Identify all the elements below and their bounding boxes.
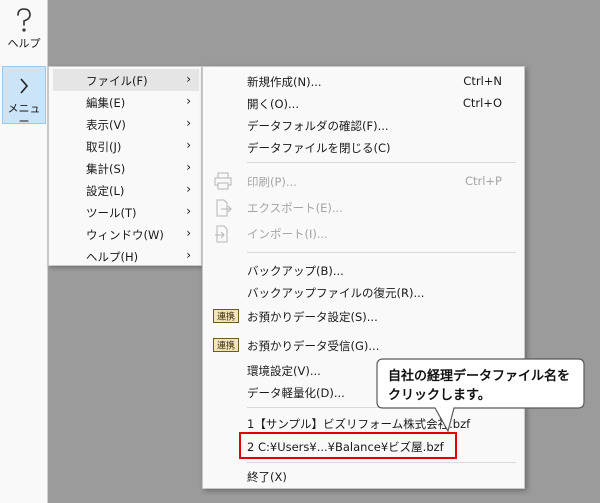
printer-icon [214,172,232,190]
menu-item-label: お預かりデータ設定(S)... [247,310,378,324]
callout-text: 自社の経理データファイル名を クリックします。 [388,367,578,405]
menu-item-backup[interactable]: バックアップ(B)... [207,259,520,281]
menu-item-label: 印刷(P)... [247,175,297,189]
menu-item-label: ヘルプ(H) [86,250,139,264]
menu-item-label: 集計(S) [86,162,126,176]
menu-item-label: 1【サンプル】ビズリフォーム株式会社.bzf [247,417,471,431]
menu-item-label: エクスポート(E)... [247,201,343,215]
chevron-right-icon: › [186,72,191,86]
menu-button[interactable]: メニュー [2,66,46,128]
menu-item-label: 取引(J) [86,140,122,154]
main-menu: ファイル(F) › 編集(E) › 表示(V) › 取引(J) › 集計(S) … [48,66,202,266]
link-badge-icon: 連携 [213,338,239,352]
question-icon [17,8,31,32]
menu-item-close-file[interactable]: データファイルを閉じる(C) [207,136,520,158]
menu-item-label: 表示(V) [86,118,126,132]
highlight-box [239,432,457,459]
menu-item-new[interactable]: 新規作成(N)... Ctrl+N [207,70,520,92]
menu-separator [247,162,516,163]
svg-text:連携: 連携 [217,340,235,352]
menu-item-label: 開く(O)... [247,97,299,111]
chevron-right-icon [20,78,29,94]
menu-item-aggregate[interactable]: 集計(S) › [53,157,199,179]
menu-item-label: 設定(L) [86,184,125,198]
menu-item-import[interactable]: インポート(I)... [207,222,520,244]
menu-item-label: バックアップ(B)... [247,264,344,278]
callout-line: 自社の経理データファイル名を [388,369,571,384]
menu-item-label: ファイル(F) [86,74,148,88]
menu-item-label: お預かりデータ受信(G)... [247,339,380,353]
menu-item-label: 編集(E) [86,96,126,110]
help-label: ヘルプ [7,37,41,50]
chevron-right-icon: › [186,116,191,130]
left-sidebar: ヘルプ メニュー [0,0,48,503]
menu-item-exit[interactable]: 終了(X) [207,465,520,487]
shortcut-label: Ctrl+O [462,96,502,110]
menu-item-window[interactable]: ウィンドウ(W) › [53,223,199,245]
menu-item-settings[interactable]: 設定(L) › [53,179,199,201]
menu-item-deposit-receive[interactable]: 連携 お預かりデータ受信(G)... [207,334,520,356]
chevron-right-icon: › [186,182,191,196]
menu-item-export[interactable]: エクスポート(E)... [207,196,520,218]
menu-item-label: 終了(X) [247,470,287,484]
menu-item-open[interactable]: 開く(O)... Ctrl+O [207,92,520,114]
file-submenu: 新規作成(N)... Ctrl+N 開く(O)... Ctrl+O データフォル… [202,66,525,489]
menu-item-recent-file-1[interactable]: 1【サンプル】ビズリフォーム株式会社.bzf [207,412,520,434]
chevron-right-icon: › [186,204,191,218]
chevron-right-icon: › [186,226,191,240]
menu-separator [247,407,516,408]
menu-item-label: 新規作成(N)... [247,75,322,89]
menu-item-restore[interactable]: バックアップファイルの復元(R)... [207,281,520,303]
menu-item-help[interactable]: ヘルプ(H) › [53,245,199,267]
menu-label: メニュー [7,102,41,128]
menu-item-deposit-setting[interactable]: 連携 お預かりデータ設定(S)... [207,305,520,327]
svg-text:連携: 連携 [217,311,235,323]
chevron-right-icon: › [186,160,191,174]
menu-item-print[interactable]: 印刷(P)... Ctrl+P [207,170,520,192]
menu-item-label: インポート(I)... [247,227,328,241]
shortcut-label: Ctrl+P [464,174,502,188]
menu-item-label: バックアップファイルの復元(R)... [247,286,425,300]
chevron-right-icon: › [186,248,191,262]
menu-separator [247,462,516,463]
callout-line: クリックします。 [388,388,491,403]
menu-item-label: データ軽量化(D)... [247,386,345,400]
shortcut-label: Ctrl+N [463,74,502,88]
help-button[interactable]: ヘルプ [2,6,46,62]
chevron-right-icon: › [186,94,191,108]
menu-item-check-folder[interactable]: データフォルダの確認(F)... [207,114,520,136]
chevron-right-icon: › [186,138,191,152]
menu-item-transaction[interactable]: 取引(J) › [53,135,199,157]
menu-item-tools[interactable]: ツール(T) › [53,201,199,223]
link-badge-icon: 連携 [213,309,239,323]
import-icon [215,225,228,243]
menu-item-edit[interactable]: 編集(E) › [53,91,199,113]
menu-item-label: データファイルを閉じる(C) [247,141,391,155]
menu-item-view[interactable]: 表示(V) › [53,113,199,135]
menu-separator [247,252,516,253]
menu-item-label: ウィンドウ(W) [86,228,164,242]
menu-item-file[interactable]: ファイル(F) › [53,69,199,91]
export-icon [216,199,232,217]
menu-item-label: データフォルダの確認(F)... [247,119,389,133]
menu-item-label: 環境設定(V)... [247,364,321,378]
menu-item-label: ツール(T) [86,206,137,220]
